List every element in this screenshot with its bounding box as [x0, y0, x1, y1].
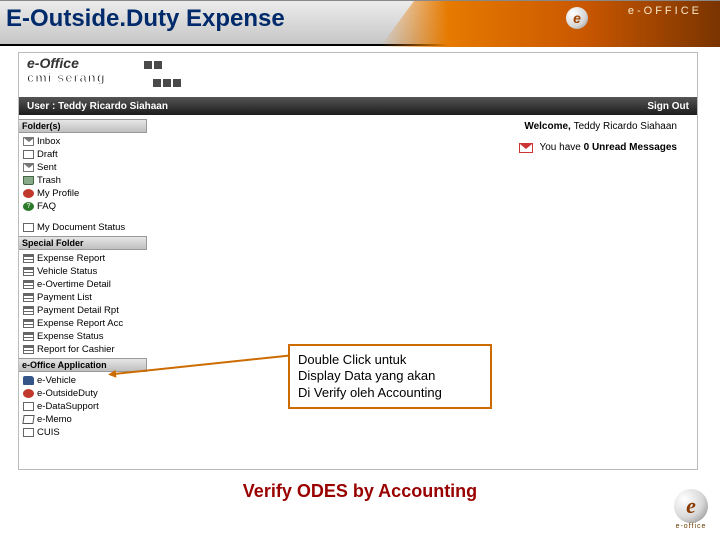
list-icon [23, 293, 34, 302]
sidebar-item-overtime-detail[interactable]: e-Overtime Detail [23, 278, 147, 291]
section-folders: Folder(s) [19, 119, 147, 133]
sidebar-item-payment-detail[interactable]: Payment Detail Rpt [23, 304, 147, 317]
sidebar-item-eoutsideduty[interactable]: e-OutsideDuty [23, 387, 147, 400]
unread-row: You have 0 Unread Messages [157, 142, 687, 153]
user-bar: User : Teddy Ricardo Siahaan Sign Out [19, 97, 697, 115]
sidebar-item-edatasupport[interactable]: e-DataSupport [23, 400, 147, 413]
doc-icon [23, 428, 34, 437]
nav-label: Payment List [37, 292, 92, 303]
sidebar-item-faq[interactable]: ?FAQ [23, 200, 147, 213]
corner-brand-text: e-office [674, 523, 708, 530]
unread-suffix: Unread Messages [589, 142, 677, 153]
nav-label: Report for Cashier [37, 344, 115, 355]
nav-label: Expense Status [37, 331, 104, 342]
brand-e-icon: e [566, 7, 588, 29]
nav-label: Expense Report Acc [37, 318, 123, 329]
section-special: Special Folder [19, 236, 147, 250]
sidebar-item-payment-list[interactable]: Payment List [23, 291, 147, 304]
sidebar-item-trash[interactable]: Trash [23, 174, 147, 187]
list-icon [23, 319, 34, 328]
sidebar-item-sent[interactable]: Sent [23, 161, 147, 174]
user-label: User : Teddy Ricardo Siahaan [27, 101, 168, 112]
e-ball-icon: e [674, 489, 708, 523]
nav-label: Trash [37, 175, 61, 186]
nav-label: e-Vehicle [37, 375, 76, 386]
mail-icon [519, 143, 533, 153]
app-banner: e-Office cmi serang [19, 53, 697, 97]
unread-prefix: You have [539, 142, 583, 153]
sidebar-item-expense-report[interactable]: Expense Report [23, 252, 147, 265]
sidebar-item-cuis[interactable]: CUIS [23, 426, 147, 439]
section-applications: e-Office Application [19, 358, 147, 372]
doc-icon [23, 223, 34, 232]
welcome-text: Welcome, Teddy Ricardo Siahaan [157, 121, 687, 132]
page-title: E-Outside.Duty Expense [6, 5, 285, 33]
nav-label: My Document Status [37, 222, 125, 233]
nav-label: Vehicle Status [37, 266, 97, 277]
sidebar-item-report-cashier[interactable]: Report for Cashier [23, 343, 147, 356]
nav-label: e-OutsideDuty [37, 388, 98, 399]
pixel-deco-icon [143, 57, 182, 93]
user-icon [23, 189, 34, 198]
nav-label: CUIS [37, 427, 60, 438]
doc-icon [23, 150, 34, 159]
callout-line-2: Display Data yang akan [298, 368, 482, 384]
nav-label: e-Memo [37, 414, 72, 425]
sidebar-item-ememo[interactable]: e-Memo [23, 413, 147, 426]
nav-label: Payment Detail Rpt [37, 305, 119, 316]
welcome-prefix: Welcome, [524, 121, 573, 132]
slide-footer-title: Verify ODES by Accounting [0, 481, 720, 502]
app-logo-text: e-Office [27, 55, 106, 71]
sign-out-link[interactable]: Sign Out [647, 101, 689, 112]
title-band: e e-OFFICE E-Outside.Duty Expense [0, 0, 720, 46]
nav-label: Sent [37, 162, 57, 173]
sidebar: Folder(s) Inbox Draft Sent Trash My Prof… [19, 115, 147, 469]
sidebar-item-draft[interactable]: Draft [23, 148, 147, 161]
app-logo-subtext: cmi serang [27, 71, 106, 84]
nav-label: Expense Report [37, 253, 105, 264]
callout-box: Double Click untuk Display Data yang aka… [288, 344, 492, 409]
nav-label: My Profile [37, 188, 79, 199]
help-icon: ? [23, 202, 34, 211]
callout-line-3: Di Verify oleh Accounting [298, 385, 482, 401]
sidebar-item-vehicle-status[interactable]: Vehicle Status [23, 265, 147, 278]
doc-icon [23, 402, 34, 411]
list-icon [23, 306, 34, 315]
trash-icon [23, 176, 34, 185]
sidebar-item-expense-report-acc[interactable]: Expense Report Acc [23, 317, 147, 330]
memo-icon [22, 415, 34, 424]
callout-line-1: Double Click untuk [298, 352, 482, 368]
nav-label: FAQ [37, 201, 56, 212]
list-icon [23, 254, 34, 263]
car-icon [23, 376, 34, 385]
corner-logo: e e-office [674, 489, 708, 530]
brand-label: e-OFFICE [628, 5, 702, 17]
list-icon [23, 280, 34, 289]
mail-icon [23, 163, 34, 172]
nav-label: Inbox [37, 136, 60, 147]
user-icon [23, 389, 34, 398]
main-panel: Welcome, Teddy Ricardo Siahaan You have … [147, 115, 697, 469]
welcome-name: Teddy Ricardo Siahaan [574, 121, 677, 132]
nav-label: Draft [37, 149, 58, 160]
nav-label: e-DataSupport [37, 401, 99, 412]
sidebar-item-profile[interactable]: My Profile [23, 187, 147, 200]
mail-icon [23, 137, 34, 146]
list-icon [23, 345, 34, 354]
sidebar-item-inbox[interactable]: Inbox [23, 135, 147, 148]
nav-label: e-Overtime Detail [37, 279, 111, 290]
list-icon [23, 332, 34, 341]
list-icon [23, 267, 34, 276]
sidebar-item-evehicle[interactable]: e-Vehicle [23, 374, 147, 387]
sidebar-item-expense-status[interactable]: Expense Status [23, 330, 147, 343]
sidebar-item-docstatus[interactable]: My Document Status [23, 221, 147, 234]
